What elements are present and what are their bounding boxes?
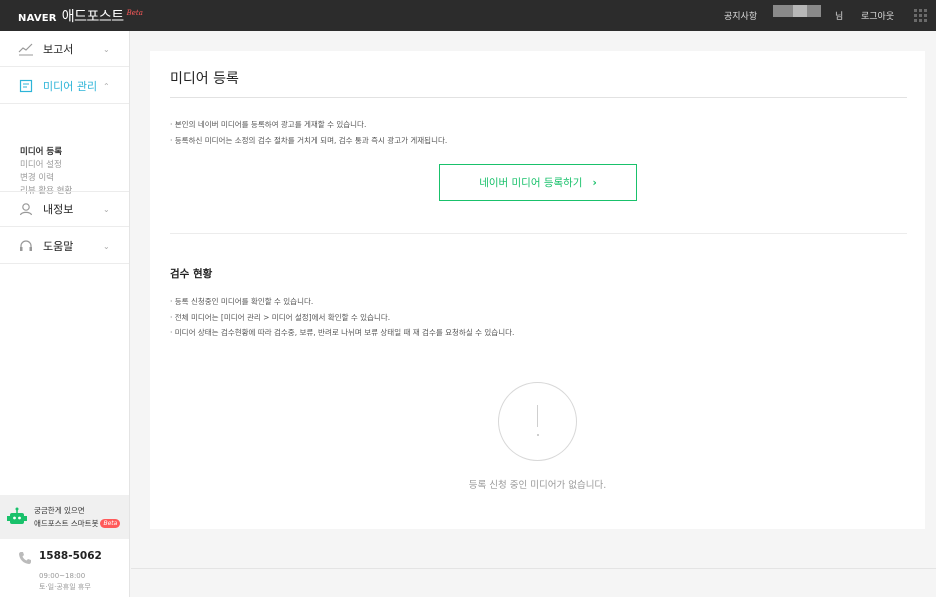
beta-badge: Beta bbox=[100, 519, 121, 528]
smartbot-line2: 애드포스트 스마트봇 Beta bbox=[34, 518, 121, 529]
guide-line: · 전체 미디어는 [미디어 관리 > 미디어 설정]에서 확인할 수 있습니다… bbox=[170, 312, 391, 322]
register-button-label: 네이버 미디어 등록하기 bbox=[479, 177, 583, 189]
robot-icon bbox=[7, 507, 27, 524]
empty-state-text: 등록 신청 중인 미디어가 없습니다. bbox=[468, 480, 607, 491]
beta-mark: Beta bbox=[126, 9, 143, 17]
sidebar-item-label: 보고서 bbox=[43, 42, 74, 56]
smartbot-banner[interactable]: 궁금한게 있으면 애드포스트 스마트봇 Beta bbox=[0, 495, 129, 539]
brand-logo[interactable]: NAVER 애드포스트 Beta bbox=[18, 6, 143, 26]
main-panel: 미디어 등록 · 본인의 네이버 미디어를 등록하여 광고를 게재할 수 있습니… bbox=[150, 51, 925, 529]
exclamation-icon bbox=[498, 382, 577, 461]
footer-divider bbox=[131, 568, 936, 569]
apps-grid-icon[interactable] bbox=[914, 9, 927, 22]
smartbot-label: 애드포스트 스마트봇 bbox=[34, 519, 99, 528]
user-suffix: 님 bbox=[835, 12, 844, 22]
guide-line: · 본인의 네이버 미디어를 등록하여 광고를 게재할 수 있습니다. bbox=[170, 120, 367, 129]
person-icon bbox=[18, 201, 34, 217]
sidebar-item-label: 내정보 bbox=[43, 203, 74, 216]
chevron-right-icon: › bbox=[592, 176, 597, 189]
sidebar: 보고서 ⌄ 미디어 관리 ⌃ 미디어 등록 미디어 설정 변경 이력 리뷰 활용… bbox=[0, 31, 130, 597]
chevron-up-icon: ⌃ bbox=[103, 81, 110, 91]
review-guide: · 등록 신청중인 미디어를 확인할 수 있습니다. · 전체 미디어는 [미디… bbox=[170, 294, 514, 341]
document-icon bbox=[18, 78, 34, 94]
section-divider bbox=[170, 233, 907, 234]
guide-line: · 등록하신 미디어는 소정의 검수 절차를 거치게 되며, 검수 통과 즉시 … bbox=[170, 135, 448, 145]
register-guide: · 본인의 네이버 미디어를 등록하여 광고를 게재할 수 있습니다. · 등록… bbox=[170, 117, 447, 148]
chevron-down-icon: ⌄ bbox=[103, 44, 110, 54]
sidebar-item-help[interactable]: 도움말 ⌄ bbox=[0, 228, 129, 264]
review-status-title: 검수 현황 bbox=[170, 268, 213, 280]
guide-line: · 등록 신청중인 미디어를 확인할 수 있습니다. bbox=[170, 297, 314, 306]
top-bar: NAVER 애드포스트 Beta 공지사항 님 로그아웃 bbox=[0, 0, 936, 31]
logout-link[interactable]: 로그아웃 bbox=[861, 9, 894, 22]
support-holidays: 토·일·공휴일 휴무 bbox=[39, 583, 91, 591]
sidebar-item-label: 도움말 bbox=[43, 239, 74, 253]
user-name-redacted bbox=[773, 5, 821, 17]
naver-logo: NAVER bbox=[18, 13, 57, 24]
adpost-logo: 애드포스트 bbox=[61, 9, 124, 25]
title-divider bbox=[170, 97, 907, 98]
chevron-down-icon: ⌄ bbox=[103, 205, 110, 214]
support-time: 09:00~18:00 bbox=[39, 572, 86, 580]
submenu-media-settings[interactable]: 미디어 설정 bbox=[20, 159, 129, 172]
sidebar-item-report[interactable]: 보고서 ⌄ bbox=[0, 31, 129, 67]
register-media-button[interactable]: 네이버 미디어 등록하기 › bbox=[439, 164, 637, 201]
support-phone: 1588-5062 bbox=[39, 550, 102, 562]
submenu-media-register[interactable]: 미디어 등록 bbox=[20, 146, 129, 159]
notice-link[interactable]: 공지사항 bbox=[724, 9, 757, 22]
phone-icon bbox=[19, 552, 31, 564]
chart-icon bbox=[18, 41, 34, 57]
headset-icon bbox=[18, 238, 34, 254]
page-title: 미디어 등록 bbox=[170, 71, 239, 87]
sidebar-item-media[interactable]: 미디어 관리 ⌃ bbox=[0, 68, 129, 104]
media-submenu: 미디어 등록 미디어 설정 변경 이력 리뷰 활용 현황 bbox=[0, 141, 129, 196]
smartbot-line1: 궁금한게 있으면 bbox=[34, 506, 85, 515]
sidebar-item-myinfo[interactable]: 내정보 ⌄ bbox=[0, 191, 129, 227]
chevron-down-icon: ⌄ bbox=[103, 241, 110, 251]
sidebar-item-label: 미디어 관리 bbox=[43, 79, 98, 93]
guide-line: · 미디어 상태는 검수현황에 따라 검수중, 보류, 반려로 나뉘며 보류 상… bbox=[170, 328, 515, 337]
support-hours: 09:00~18:00 토·일·공휴일 휴무 bbox=[39, 571, 91, 593]
submenu-change-history[interactable]: 변경 이력 bbox=[20, 172, 129, 185]
